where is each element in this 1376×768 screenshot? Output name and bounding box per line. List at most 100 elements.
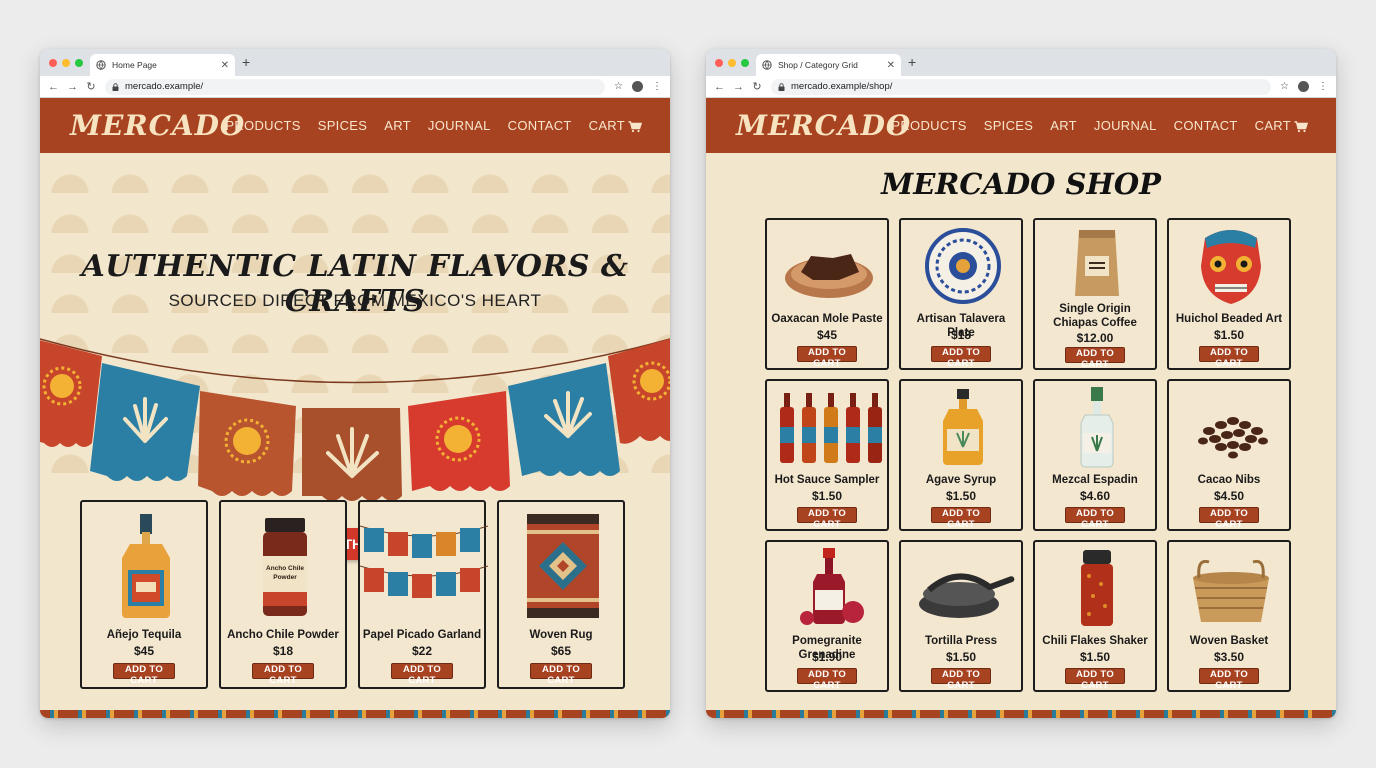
add-to-cart-button[interactable]: ADD TO CART <box>931 507 991 530</box>
close-tab-icon[interactable]: ✕ <box>221 60 229 71</box>
product-card[interactable]: Agave Syrup $1.50 ADD TO CART <box>899 379 1023 531</box>
forward-icon[interactable]: → <box>67 81 78 93</box>
svg-text:Ancho Chile: Ancho Chile <box>266 565 304 572</box>
mole-paste-image <box>785 254 873 298</box>
site-logo[interactable]: MERCADO <box>736 109 911 142</box>
add-to-cart-button[interactable]: ADD TO CART <box>797 668 857 691</box>
add-to-cart-button[interactable]: ADD TO CART <box>1065 668 1125 691</box>
address-bar-row: ← → ↻ mercado.example/ ☆ ⋮ <box>40 76 670 98</box>
papel-picado-banner <box>40 338 670 501</box>
add-to-cart-button[interactable]: ADD TO CART <box>1065 507 1125 530</box>
browser-window-shop: Shop / Category Grid ✕ + ← → ↻ mercado.e… <box>706 49 1336 718</box>
product-price: $1.50 <box>1079 650 1111 664</box>
more-icon[interactable]: ⋮ <box>652 81 662 92</box>
product-card[interactable]: Artisan Talavera Plate $18 ADD TO CART <box>899 218 1023 370</box>
product-name: Single Origin Chiapas Coffee <box>1053 303 1137 329</box>
product-card[interactable]: Oaxacan Mole Paste $45 ADD TO CART <box>765 218 889 370</box>
garland-image <box>360 525 488 598</box>
nav-products[interactable]: PRODUCTS <box>891 118 966 133</box>
site-logo[interactable]: MERCADO <box>70 109 245 142</box>
nav-art[interactable]: ART <box>384 118 411 133</box>
maximize-window-button[interactable] <box>741 59 749 67</box>
product-price: $1.50 <box>945 489 977 503</box>
reload-icon[interactable]: ↻ <box>86 80 96 93</box>
product-price: $1.50 <box>811 489 843 503</box>
product-card[interactable]: Chili Flakes Shaker $1.50 ADD TO CART <box>1033 540 1157 692</box>
back-icon[interactable]: ← <box>714 81 725 93</box>
add-to-cart-button[interactable]: ADD TO CART <box>931 668 991 691</box>
nav-cart[interactable]: CART <box>1255 118 1308 133</box>
nav-journal[interactable]: JOURNAL <box>1094 118 1157 133</box>
window-controls <box>715 59 749 67</box>
back-icon[interactable]: ← <box>48 81 59 93</box>
product-card[interactable]: Tortilla Press $1.50 ADD TO CART <box>899 540 1023 692</box>
nav-journal[interactable]: JOURNAL <box>428 118 491 133</box>
add-to-cart-button[interactable]: ADD TO CART <box>1065 347 1125 370</box>
product-card[interactable]: Ancho Chile Powder Ancho Chile Powder $1… <box>219 500 347 689</box>
close-window-button[interactable] <box>715 59 723 67</box>
add-to-cart-button[interactable]: ADD TO CART <box>391 663 453 686</box>
product-card[interactable]: Woven Basket $3.50 ADD TO CART <box>1167 540 1291 692</box>
address-bar-row: ← → ↻ mercado.example/shop/ ☆ ⋮ <box>706 76 1336 98</box>
product-card[interactable]: Huichol Beaded Art $1.50 ADD TO CART <box>1167 218 1291 370</box>
nav-cart-label: CART <box>588 118 625 133</box>
forward-icon[interactable]: → <box>733 81 744 93</box>
add-to-cart-button[interactable]: ADD TO CART <box>252 663 314 686</box>
maximize-window-button[interactable] <box>75 59 83 67</box>
nav-cart[interactable]: CART <box>589 118 642 133</box>
nav-art[interactable]: ART <box>1050 118 1077 133</box>
add-to-cart-button[interactable]: ADD TO CART <box>1199 507 1259 530</box>
close-window-button[interactable] <box>49 59 57 67</box>
url-field[interactable]: mercado.example/ <box>105 78 606 95</box>
product-price: $22 <box>411 644 433 658</box>
globe-icon <box>762 60 772 70</box>
product-price: $65 <box>550 644 572 658</box>
product-card[interactable]: Añejo Tequila $45 ADD TO CART <box>80 500 208 689</box>
tab-title: Shop / Category Grid <box>778 60 858 70</box>
new-tab-button[interactable]: + <box>242 54 250 70</box>
browser-tab[interactable]: Home Page ✕ <box>90 54 235 76</box>
product-card[interactable]: Mezcal Espadin $4.60 ADD TO CART <box>1033 379 1157 531</box>
add-to-cart-button[interactable]: ADD TO CART <box>1199 346 1259 369</box>
banner-flag <box>508 363 620 476</box>
product-card[interactable]: Single Origin Chiapas Coffee $12.00 ADD … <box>1033 218 1157 370</box>
add-to-cart-button[interactable]: ADD TO CART <box>797 507 857 530</box>
add-to-cart-button[interactable]: ADD TO CART <box>1199 668 1259 691</box>
reload-icon[interactable]: ↻ <box>752 80 762 93</box>
url-field[interactable]: mercado.example/shop/ <box>771 78 1272 95</box>
product-card[interactable]: Cacao Nibs $4.50 ADD TO CART <box>1167 379 1291 531</box>
add-to-cart-button[interactable]: ADD TO CART <box>530 663 592 686</box>
tortilla-press-image <box>919 573 1015 618</box>
product-card[interactable]: Pomegranite Grenadine $1.90 ADD TO CART <box>765 540 889 692</box>
more-icon[interactable]: ⋮ <box>1318 81 1328 92</box>
banner-flag <box>408 391 510 491</box>
account-icon[interactable] <box>1298 81 1309 92</box>
nav-products[interactable]: PRODUCTS <box>225 118 300 133</box>
product-name: Agave Syrup <box>925 474 997 486</box>
add-to-cart-button[interactable]: ADD TO CART <box>931 346 991 369</box>
product-card[interactable]: Woven Rug $65 ADD TO CART <box>497 500 625 689</box>
add-to-cart-button[interactable]: ADD TO CART <box>797 346 857 369</box>
product-card[interactable]: Papel Picado Garland $22 ADD TO CART <box>358 500 488 689</box>
account-icon[interactable] <box>632 81 643 92</box>
star-icon[interactable]: ☆ <box>1280 81 1289 92</box>
nav-spices[interactable]: SPICES <box>984 118 1033 133</box>
nav-contact[interactable]: CONTACT <box>508 118 572 133</box>
product-price: $1.90 <box>811 650 843 664</box>
product-price: $45 <box>133 644 155 658</box>
product-card[interactable]: Hot Sauce Sampler $1.50 ADD TO CART <box>765 379 889 531</box>
cart-icon <box>1294 120 1308 132</box>
product-name: Oaxacan Mole Paste <box>771 313 883 325</box>
add-to-cart-button[interactable]: ADD TO CART <box>113 663 175 686</box>
chile-powder-jar-image: Ancho Chile Powder <box>263 518 307 616</box>
star-icon[interactable]: ☆ <box>614 81 623 92</box>
browser-tab[interactable]: Shop / Category Grid ✕ <box>756 54 901 76</box>
minimize-window-button[interactable] <box>728 59 736 67</box>
banner-flag <box>90 363 200 481</box>
new-tab-button[interactable]: + <box>908 54 916 70</box>
nav-contact[interactable]: CONTACT <box>1174 118 1238 133</box>
close-tab-icon[interactable]: ✕ <box>887 60 895 71</box>
minimize-window-button[interactable] <box>62 59 70 67</box>
nav-spices[interactable]: SPICES <box>318 118 367 133</box>
product-name: Añejo Tequila <box>106 629 182 641</box>
